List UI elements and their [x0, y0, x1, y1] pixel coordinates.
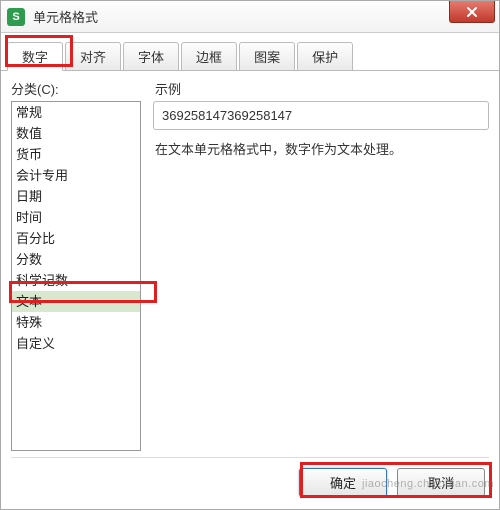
category-item-label: 分数 [16, 252, 42, 267]
category-item-scientific[interactable]: 科学记数 [12, 270, 140, 291]
ok-button[interactable]: 确定 [299, 468, 387, 497]
category-column: 分类(C): 常规 数值 货币 会计专用 日期 时间 百分比 分数 科学记数 文… [11, 79, 141, 451]
cancel-button[interactable]: 取消 [397, 468, 485, 497]
category-item-currency[interactable]: 货币 [12, 144, 140, 165]
cancel-button-label: 取消 [428, 476, 454, 491]
description-text: 在文本单元格格式中，数字作为文本处理。 [153, 140, 489, 161]
category-item-label: 自定义 [16, 336, 55, 351]
tab-font[interactable]: 字体 [123, 42, 179, 71]
tab-label: 边框 [196, 50, 222, 65]
right-column: 示例 369258147369258147 在文本单元格格式中，数字作为文本处理… [153, 79, 489, 451]
app-icon: S [7, 8, 25, 26]
app-icon-letter: S [12, 11, 19, 23]
category-item-fraction[interactable]: 分数 [12, 249, 140, 270]
category-item-special[interactable]: 特殊 [12, 312, 140, 333]
category-item-label: 货币 [16, 147, 42, 162]
tab-label: 字体 [138, 50, 164, 65]
tabs: 数字 对齐 字体 边框 图案 保护 [1, 33, 499, 71]
window-title: 单元格格式 [33, 7, 98, 26]
category-item-label: 文本 [16, 294, 42, 309]
category-item-label: 数值 [16, 126, 42, 141]
dialog-body: 分类(C): 常规 数值 货币 会计专用 日期 时间 百分比 分数 科学记数 文… [1, 71, 499, 509]
tab-label: 图案 [254, 50, 280, 65]
tab-label: 数字 [22, 50, 48, 65]
body-top: 分类(C): 常规 数值 货币 会计专用 日期 时间 百分比 分数 科学记数 文… [11, 79, 489, 451]
example-label: 示例 [153, 79, 489, 98]
category-item-label: 特殊 [16, 315, 42, 330]
tab-pattern[interactable]: 图案 [239, 42, 295, 71]
tab-alignment[interactable]: 对齐 [65, 42, 121, 71]
example-value: 369258147369258147 [153, 101, 489, 130]
tab-protection[interactable]: 保护 [297, 42, 353, 71]
tab-label: 保护 [312, 50, 338, 65]
tab-border[interactable]: 边框 [181, 42, 237, 71]
category-item-label: 会计专用 [16, 168, 68, 183]
category-item-accounting[interactable]: 会计专用 [12, 165, 140, 186]
category-list[interactable]: 常规 数值 货币 会计专用 日期 时间 百分比 分数 科学记数 文本 特殊 自定… [11, 101, 141, 451]
category-item-label: 时间 [16, 210, 42, 225]
category-item-label: 日期 [16, 189, 42, 204]
category-item-general[interactable]: 常规 [12, 102, 140, 123]
category-item-date[interactable]: 日期 [12, 186, 140, 207]
titlebar: S 单元格格式 [1, 1, 499, 33]
close-button[interactable] [449, 1, 495, 23]
category-item-label: 科学记数 [16, 273, 68, 288]
category-label: 分类(C): [11, 79, 141, 98]
tab-label: 对齐 [80, 50, 106, 65]
tab-number[interactable]: 数字 [7, 42, 63, 71]
category-item-label: 常规 [16, 105, 42, 120]
dialog-window: S 单元格格式 数字 对齐 字体 边框 图案 保护 分类(C): 常规 数值 货… [0, 0, 500, 510]
button-row: 确定 取消 [11, 457, 489, 503]
category-item-time[interactable]: 时间 [12, 207, 140, 228]
category-item-percentage[interactable]: 百分比 [12, 228, 140, 249]
category-item-label: 百分比 [16, 231, 55, 246]
ok-button-label: 确定 [330, 476, 356, 491]
close-icon [466, 6, 478, 18]
category-item-number[interactable]: 数值 [12, 123, 140, 144]
category-item-text[interactable]: 文本 [12, 291, 140, 312]
category-item-custom[interactable]: 自定义 [12, 333, 140, 354]
